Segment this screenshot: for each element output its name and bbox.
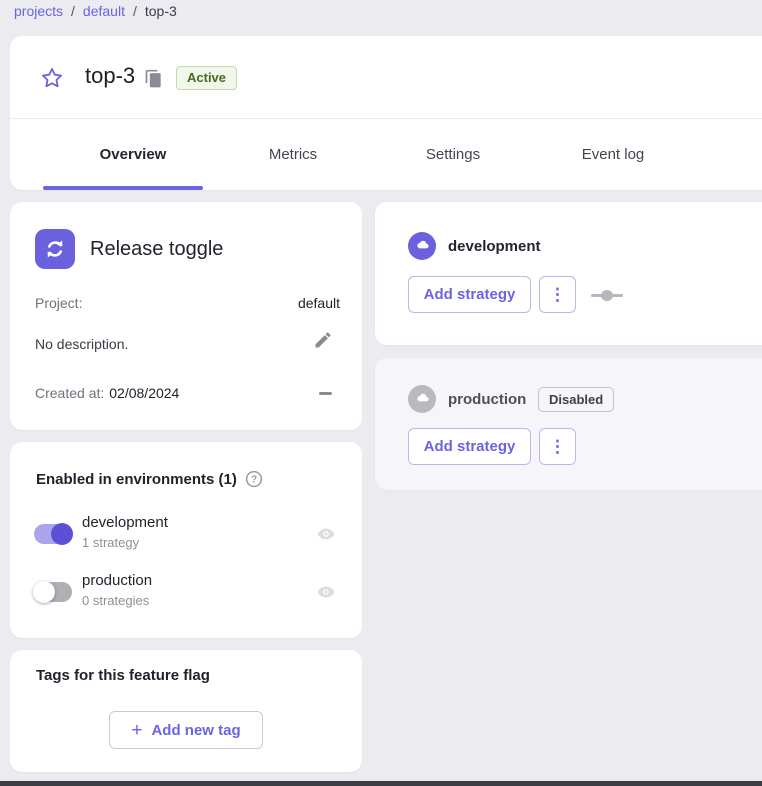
status-badge: Active [176, 66, 237, 90]
favorite-star-icon[interactable] [40, 66, 64, 90]
cloud-icon [408, 232, 436, 260]
breadcrumb-link-projects[interactable]: projects [14, 3, 63, 19]
plus-icon: + [131, 721, 142, 740]
feature-flag-overview-page: projects / default / top-3 top-3 Active … [0, 0, 762, 786]
tab-overview[interactable]: Overview [53, 119, 213, 191]
strategy-connector-icon [591, 294, 623, 297]
breadcrumb-separator: / [133, 3, 137, 19]
flag-type-label: Release toggle [90, 238, 223, 261]
development-toggle[interactable] [34, 524, 72, 544]
add-new-tag-label: Add new tag [151, 722, 240, 739]
environment-row-development: development 1 strategy [10, 510, 362, 558]
edit-pencil-icon[interactable] [313, 330, 333, 350]
tab-settings[interactable]: Settings [373, 119, 533, 191]
environment-card-name: production [448, 391, 526, 408]
toggle-thumb [33, 581, 55, 603]
environment-name: production [82, 572, 152, 589]
tags-title: Tags for this feature flag [36, 667, 210, 684]
enabled-environments-card: Enabled in environments (1) ? developmen… [10, 442, 362, 638]
active-tab-indicator [43, 186, 203, 190]
release-toggle-icon [35, 229, 75, 269]
created-at-label: Created at: [35, 385, 104, 401]
environment-strategy-count: 0 strategies [82, 593, 149, 608]
feature-header: top-3 Active [10, 36, 762, 118]
breadcrumb-separator: / [71, 3, 75, 19]
toggle-thumb [51, 523, 73, 545]
environment-card-name: development [448, 238, 541, 255]
copy-icon[interactable] [144, 69, 164, 89]
enabled-environments-title: Enabled in environments (1) [36, 471, 237, 488]
disabled-badge: Disabled [538, 387, 614, 412]
eye-icon[interactable] [316, 524, 336, 544]
environment-name: development [82, 514, 168, 531]
flag-info-card: Release toggle Project: default No descr… [10, 202, 362, 430]
feature-header-card: top-3 Active Overview Metrics Settings E… [10, 36, 762, 190]
tags-card: Tags for this feature flag + Add new tag [10, 650, 362, 772]
add-strategy-button[interactable]: Add strategy [408, 428, 531, 465]
more-options-icon[interactable]: ⋮ [539, 276, 576, 313]
environment-strategy-count: 1 strategy [82, 535, 139, 550]
development-environment-card: development Add strategy ⋮ [375, 202, 762, 345]
created-at-row: Created at: 02/08/2024 [35, 385, 179, 403]
tab-event-log[interactable]: Event log [533, 119, 693, 191]
more-options-icon[interactable]: ⋮ [539, 428, 576, 465]
tab-metrics[interactable]: Metrics [213, 119, 373, 191]
production-environment-card: production Disabled Add strategy ⋮ [375, 358, 762, 490]
tab-bar: Overview Metrics Settings Event log [10, 118, 762, 190]
page-title: top-3 [85, 63, 135, 89]
add-new-tag-button[interactable]: + Add new tag [109, 711, 263, 749]
production-toggle[interactable] [34, 582, 72, 602]
breadcrumb-link-default[interactable]: default [83, 3, 125, 19]
project-label: Project: [35, 295, 82, 311]
svg-text:?: ? [251, 475, 257, 486]
environment-row-production: production 0 strategies [10, 568, 362, 616]
breadcrumb-current: top-3 [145, 3, 177, 19]
bottom-bar [0, 781, 762, 786]
flag-description: No description. [35, 336, 128, 352]
eye-icon[interactable] [316, 582, 336, 602]
cloud-icon [408, 385, 436, 413]
breadcrumb: projects / default / top-3 [14, 3, 177, 19]
add-strategy-button[interactable]: Add strategy [408, 276, 531, 313]
help-icon[interactable]: ? [245, 470, 263, 488]
project-value: default [298, 295, 340, 311]
created-at-value: 02/08/2024 [109, 385, 179, 401]
collapse-dash-icon [319, 392, 332, 395]
